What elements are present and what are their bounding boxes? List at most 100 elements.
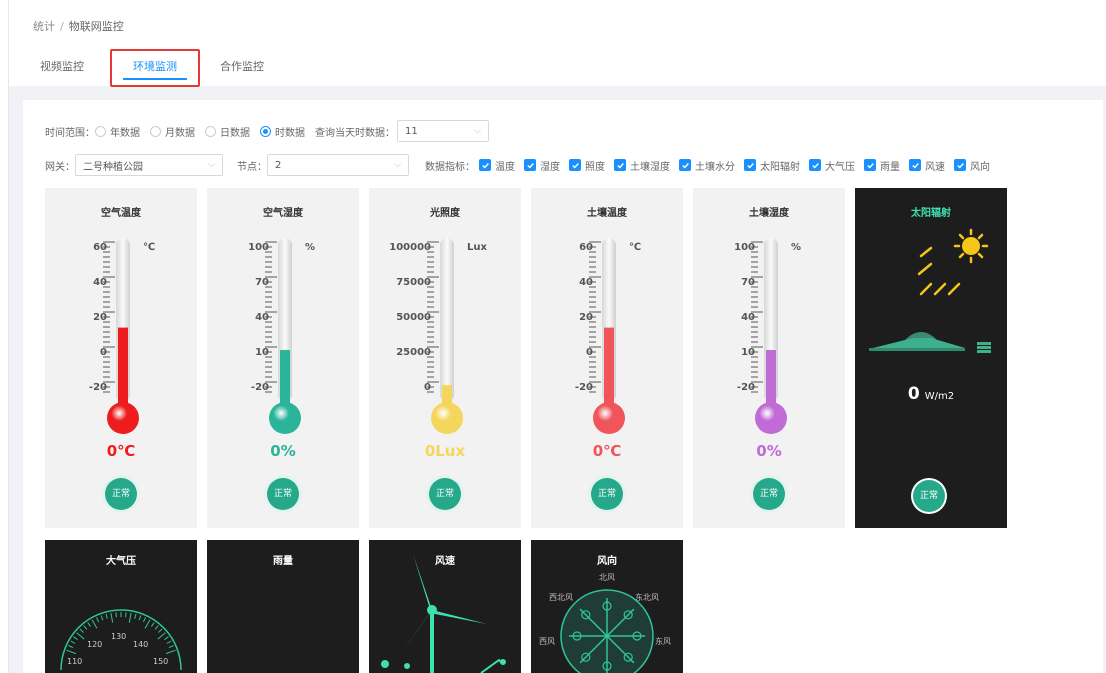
- breadcrumb: 统计 / 物联网监控: [33, 18, 124, 34]
- metrics-label: 数据指标：: [425, 161, 475, 173]
- gateway-label: 网关：: [45, 161, 75, 173]
- sensor-reading: 0℃: [592, 442, 622, 460]
- scale-label: 75000: [396, 277, 431, 288]
- metric-checkbox[interactable]: 雨量: [864, 158, 900, 173]
- node-label: 节点：: [237, 161, 267, 173]
- radio-hour[interactable]: 时数据: [260, 124, 305, 139]
- chevron-down-icon: ⌵: [208, 160, 215, 170]
- status-badge: 正常: [591, 478, 623, 510]
- scale-label: 100: [248, 242, 269, 253]
- scale-label: 20: [579, 312, 593, 323]
- scale-label: -20: [736, 382, 755, 393]
- radio-dot: [95, 125, 106, 137]
- radio-label: 月数据: [165, 127, 195, 139]
- radio-dot: [260, 125, 271, 137]
- metric-checkbox[interactable]: 温度: [479, 158, 515, 173]
- active-tab-highlight: [110, 49, 200, 87]
- metrics-checkbox-group: 温度 湿度 照度 土壤湿度 土壤水分 太阳辐射 大气压 雨量 风速 风向: [479, 158, 999, 173]
- gauge-label: 110: [67, 657, 83, 666]
- status-badge: 正常: [105, 478, 137, 510]
- node-select[interactable]: 2 ⌵: [267, 154, 409, 176]
- card-title: 太阳辐射: [911, 208, 951, 219]
- pressure-gauge-icon: [60, 609, 182, 671]
- unit-label: ℃: [629, 242, 642, 253]
- status-badge: 正常: [753, 478, 785, 510]
- thermometer-icon: [589, 238, 625, 434]
- weather-card: 风向 北风 西北风 东北风 西风 东风: [531, 540, 683, 673]
- metric-checkbox[interactable]: 土壤湿度: [614, 158, 670, 173]
- main-panel: 时间范围： 年数据 月数据 日数据 时数据 查询当天时数据： 11 ⌵ 网关： 二…: [23, 100, 1103, 673]
- radio-dot: [150, 125, 161, 137]
- unit-label: %: [791, 242, 802, 253]
- sensor-card: 土壤温度6040200-20℃0℃正常: [531, 188, 683, 528]
- gauge-label: 140: [133, 640, 149, 649]
- breadcrumb-current: 物联网监控: [68, 20, 124, 33]
- thermometer-icon: [265, 238, 301, 434]
- metric-checkbox-label: 大气压: [825, 161, 855, 173]
- node-select-value: 2: [275, 159, 282, 171]
- scale-label: -20: [88, 382, 107, 393]
- gauge-label: 120: [87, 640, 103, 649]
- checkbox-checked-icon: [614, 159, 626, 171]
- sun-icon: [917, 228, 989, 296]
- status-badge: 正常: [913, 480, 945, 512]
- chevron-down-icon: ⌵: [474, 126, 481, 136]
- scale-label: 25000: [396, 347, 431, 358]
- mercury-fill: [118, 327, 128, 410]
- compass-direction-label: 东北风: [635, 593, 659, 602]
- scale-label: 20: [93, 312, 107, 323]
- metric-checkbox[interactable]: 风速: [909, 158, 945, 173]
- gateway-select[interactable]: 二号种植公园 ⌵: [75, 154, 223, 176]
- device-filter-row: 网关： 二号种植公园 ⌵ 节点： 2 ⌵ 数据指标： 温度 湿度 照度 土壤湿度 土壤水分太…: [45, 154, 999, 176]
- tab-cooperation-monitor[interactable]: 合作监控: [207, 52, 277, 82]
- radio-label: 年数据: [110, 127, 140, 139]
- solar-radiation-card: 太阳辐射 0 W/m2 正常: [855, 188, 1007, 528]
- checkbox-checked-icon: [679, 159, 691, 171]
- scale-label: 40: [741, 312, 755, 323]
- metric-checkbox-label: 湿度: [540, 161, 560, 173]
- metric-checkbox-label: 土壤湿度: [630, 161, 670, 173]
- metric-checkbox[interactable]: 太阳辐射: [744, 158, 800, 173]
- app-frame: 统计 / 物联网监控 视频监控 环境监测 合作监控 时间范围： 年数据 月数据 日数…: [8, 0, 1106, 673]
- scale-label: 60: [579, 242, 593, 253]
- mercury-fill: [280, 350, 290, 410]
- checkbox-checked-icon: [864, 159, 876, 171]
- checkbox-checked-icon: [809, 159, 821, 171]
- breadcrumb-root[interactable]: 统计: [33, 20, 55, 33]
- hour-select[interactable]: 11 ⌵: [397, 120, 489, 142]
- scale-label: 40: [255, 312, 269, 323]
- metric-checkbox-label: 风向: [970, 161, 990, 173]
- metric-checkbox[interactable]: 湿度: [524, 158, 560, 173]
- scale-label: 70: [741, 277, 755, 288]
- time-range-label: 时间范围：: [45, 127, 95, 139]
- metric-checkbox[interactable]: 大气压: [809, 158, 855, 173]
- unit-label: ℃: [143, 242, 156, 253]
- weather-card: 大气压 110 120 130 140 150: [45, 540, 197, 673]
- gauge-label: 150: [153, 657, 169, 666]
- scale-label: 70: [255, 277, 269, 288]
- metric-checkbox-label: 照度: [585, 161, 605, 173]
- checkbox-checked-icon: [909, 159, 921, 171]
- wind-turbine-icon: [381, 554, 506, 673]
- radio-year[interactable]: 年数据: [95, 124, 140, 139]
- metric-checkbox[interactable]: 风向: [954, 158, 990, 173]
- metric-checkbox-label: 太阳辐射: [760, 161, 800, 173]
- checkbox-checked-icon: [479, 159, 491, 171]
- status-badge: 正常: [429, 478, 461, 510]
- scale-label: -20: [250, 382, 269, 393]
- radio-day[interactable]: 日数据: [205, 124, 250, 139]
- tab-video-monitor[interactable]: 视频监控: [27, 52, 97, 82]
- radio-month[interactable]: 月数据: [150, 124, 195, 139]
- gauge-label: 130: [111, 632, 127, 641]
- sensor-reading: 0℃: [106, 442, 136, 460]
- status-badge: 正常: [267, 478, 299, 510]
- compass-direction-label: 西风: [539, 637, 555, 646]
- metric-checkbox[interactable]: 照度: [569, 158, 605, 173]
- metric-checkbox-label: 风速: [925, 161, 945, 173]
- thermometer-icon: [427, 238, 463, 434]
- scale-label: 40: [93, 277, 107, 288]
- radio-dot: [205, 125, 216, 137]
- radiation-sensor-icon: [869, 332, 991, 353]
- metric-checkbox[interactable]: 土壤水分: [679, 158, 735, 173]
- sensor-card: 空气温度6040200-20℃0℃正常: [45, 188, 197, 528]
